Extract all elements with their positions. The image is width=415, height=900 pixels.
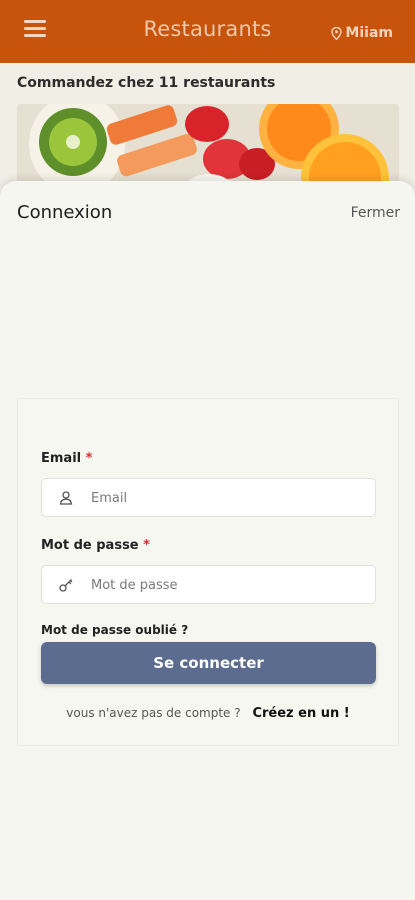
map-pin-icon [331, 26, 343, 40]
key-icon [59, 579, 73, 592]
email-field[interactable] [41, 478, 376, 518]
signup-question: vous n'avez pas de compte ? [66, 706, 241, 720]
brand-name: Miiam [345, 25, 393, 41]
email-input[interactable] [89, 479, 363, 518]
brand-logo: Miiam [331, 25, 393, 41]
password-label-text: Mot de passe [41, 538, 139, 553]
required-asterisk: * [85, 451, 93, 466]
sheet-title: Connexion [17, 202, 113, 223]
login-bottom-sheet: Connexion Fermer Email * Mot de passe * … [0, 181, 415, 900]
user-icon [59, 491, 73, 505]
signup-link[interactable]: Créez en un ! [252, 706, 349, 721]
email-label-text: Email [41, 451, 82, 466]
signup-row: vous n'avez pas de compte ? Créez en un … [18, 706, 398, 721]
forgot-password-link[interactable]: Mot de passe oublié ? [41, 623, 188, 637]
login-button[interactable]: Se connecter [41, 642, 376, 684]
email-label: Email * [41, 451, 92, 466]
required-asterisk: * [143, 538, 150, 553]
close-button[interactable]: Fermer [351, 205, 400, 221]
password-field[interactable] [41, 565, 376, 605]
app-header: Restaurants Miiam [0, 0, 415, 63]
password-input[interactable] [89, 566, 363, 605]
restaurants-count-subtitle: Commandez chez 11 restaurants [17, 75, 276, 91]
login-form-card: Email * Mot de passe * Mot de passe oubl… [17, 398, 399, 746]
password-label: Mot de passe * [41, 538, 150, 553]
